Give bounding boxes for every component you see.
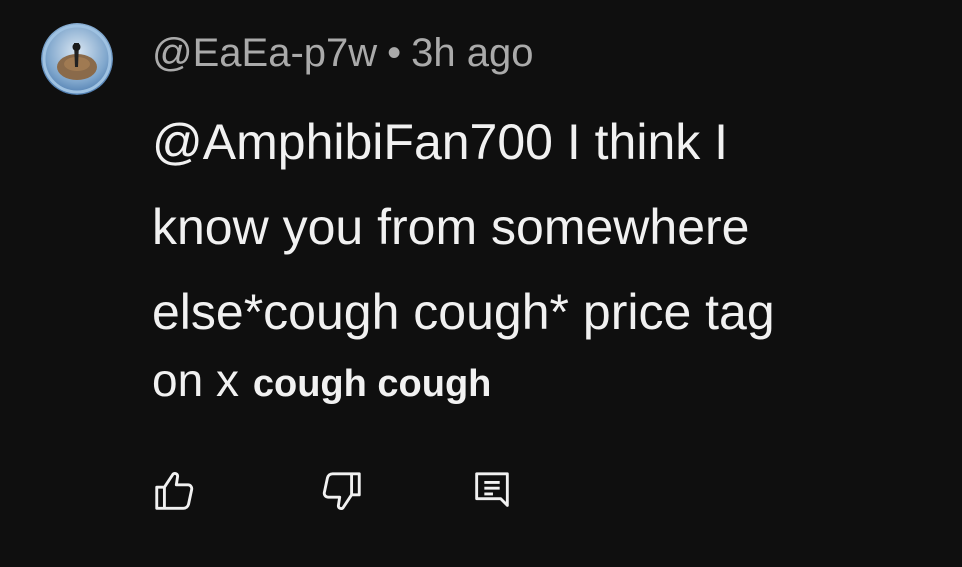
avatar-image: [41, 23, 113, 95]
like-button[interactable]: [150, 467, 198, 515]
reply-comment-icon: [475, 472, 509, 507]
thumbs-down-icon: [322, 472, 361, 510]
dislike-button[interactable]: [318, 467, 366, 515]
timestamp[interactable]: 3h ago: [411, 31, 533, 75]
reply-button[interactable]: [468, 467, 516, 515]
comment-text-line: know you from somewhere: [152, 199, 750, 255]
meta-separator: •: [387, 31, 402, 75]
comment-text-line: @AmphibiFan700 I think I: [152, 114, 729, 170]
comment-text-fragment: cough cough: [252, 363, 492, 405]
comment-text-fragment: on x: [152, 354, 239, 406]
comment-text-line: else*cough cough* price tag: [152, 284, 775, 340]
author-handle[interactable]: @EaEa-p7w: [152, 31, 377, 75]
comment-text-line: on x cough cough: [152, 349, 942, 409]
comment-meta: @EaEa-p7w • 3h ago: [152, 27, 534, 79]
thumbs-up-icon: [155, 472, 194, 510]
avatar[interactable]: [41, 23, 113, 95]
comment-text: @AmphibiFan700 I think I know you from s…: [152, 100, 942, 409]
comment: @EaEa-p7w • 3h ago @AmphibiFan700 I think …: [0, 0, 962, 567]
